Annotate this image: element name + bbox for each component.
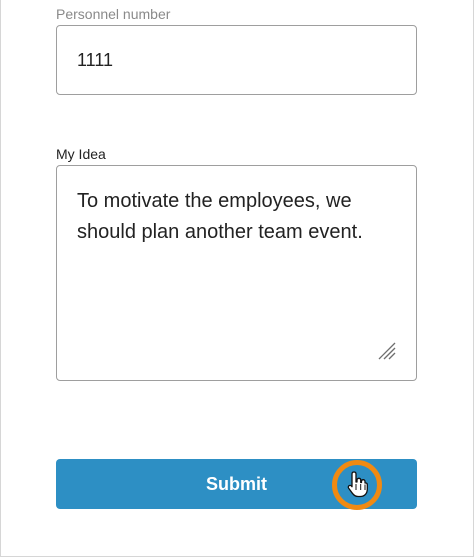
personnel-number-label: Personnel number <box>56 6 171 22</box>
submit-button-label: Submit <box>206 473 267 494</box>
my-idea-textarea[interactable]: To motivate the employees, we should pla… <box>56 165 417 381</box>
my-idea-label: My Idea <box>56 146 106 162</box>
personnel-number-value: 1111 <box>77 49 114 70</box>
personnel-number-input[interactable]: 1111 <box>56 25 417 95</box>
form-panel: Personnel number 1111 My Idea To motivat… <box>0 0 474 557</box>
resize-handle-icon[interactable] <box>376 340 396 360</box>
my-idea-value: To motivate the employees, we should pla… <box>77 190 363 243</box>
hand-pointer-cursor-icon <box>347 471 368 498</box>
